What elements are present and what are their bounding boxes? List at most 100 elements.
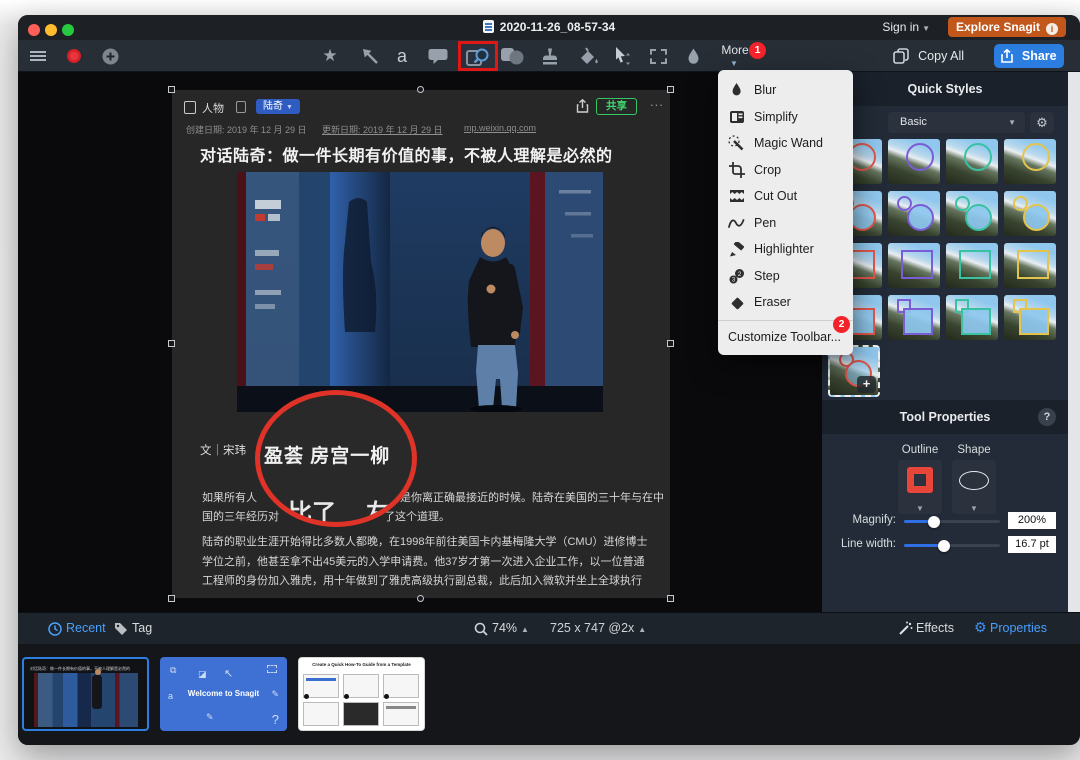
shape-picker[interactable]: ▼	[952, 460, 996, 514]
effects-button[interactable]: Effects	[916, 621, 954, 635]
style-magnify-circle-teal[interactable]	[946, 191, 998, 236]
help-icon[interactable]: ?	[1038, 408, 1056, 426]
blur-icon	[728, 82, 745, 99]
copy-all-button[interactable]: Copy All	[893, 44, 964, 68]
properties-button[interactable]: Properties	[990, 621, 1047, 635]
style-annotation	[946, 139, 998, 184]
capture-updated-date: 更新日期: 2019 年 12 月 29 日	[322, 123, 443, 136]
toolbar: ★ a More ▼ 1	[18, 40, 1080, 72]
style-annotation	[946, 191, 998, 236]
shape-label: Shape	[944, 444, 1004, 456]
menu-item-step[interactable]: 23 Step	[718, 263, 853, 290]
sign-in-button[interactable]: Sign in▼	[882, 20, 930, 34]
magnify-tool[interactable]	[464, 44, 492, 70]
menu-item-highlighter[interactable]: Highlighter	[718, 236, 853, 263]
magnify-slider-track[interactable]	[904, 520, 1000, 523]
add-capture-button[interactable]	[96, 43, 124, 69]
resize-handle-ne[interactable]	[667, 86, 674, 93]
line-width-slider-track[interactable]	[904, 544, 1000, 547]
menu-item-label: Customize Toolbar...	[728, 330, 841, 344]
resize-handle-se[interactable]	[667, 595, 674, 602]
magnify-label: Magnify:	[786, 514, 896, 526]
style-annotation	[1004, 191, 1056, 236]
style-rect-purple[interactable]	[888, 243, 940, 288]
menu-item-pen[interactable]: Pen	[718, 210, 853, 237]
quick-styles-header: Quick Styles	[822, 72, 1068, 106]
share-icon	[1001, 49, 1013, 63]
resize-handle-nw[interactable]	[168, 86, 175, 93]
thumbnail-welcome[interactable]: ⧉ ◪ ↖ a ✎ ✎ ? Welcome to Snagit	[160, 657, 287, 731]
explore-snagit-button[interactable]: Explore Snagiti	[948, 17, 1066, 37]
thumbnail-template-guide[interactable]: Create a Quick How-To Guide from a Templ…	[298, 657, 425, 731]
move-tool[interactable]	[609, 43, 637, 69]
theme-select[interactable]: Basic▼	[888, 112, 1025, 133]
menu-item-eraser[interactable]: Eraser	[718, 289, 853, 316]
style-annotation	[888, 191, 940, 236]
outline-color-picker[interactable]: ▼	[898, 460, 942, 514]
theme-gear-button[interactable]: ⚙	[1030, 112, 1054, 133]
favorites-tool[interactable]: ★	[316, 43, 344, 69]
pen-icon	[728, 214, 745, 231]
thumbnail-current-capture[interactable]: 对话陆奇：做一件长期有价值的事，不被人理解是必然的	[22, 657, 149, 731]
zoom-level[interactable]: 74%▲	[492, 621, 529, 635]
magnify-slider-knob[interactable]	[928, 516, 940, 528]
style-magnify-circle-yellow[interactable]	[1004, 191, 1056, 236]
magnify-annotation-circle[interactable]: 盈荟 房宫一柳 比了 左	[255, 390, 417, 527]
line-width-value[interactable]: 16.7 pt	[1008, 536, 1056, 553]
magnify-icon	[465, 46, 491, 68]
resize-handle-e[interactable]	[667, 340, 674, 347]
style-circle-yellow[interactable]	[1004, 139, 1056, 184]
more-tools-button[interactable]: More ▼	[718, 43, 752, 69]
blur-tool[interactable]	[679, 43, 707, 69]
resize-handle-n[interactable]	[417, 86, 424, 93]
resize-handle-s[interactable]	[417, 595, 424, 602]
captured-image-canvas[interactable]: 人物 陆奇▼ 共享 ... 创建日期: 2019 年 12 月 29 日 更新日…	[172, 90, 670, 598]
capture-tag-pill: 陆奇▼	[256, 99, 300, 114]
canvas-size[interactable]: 725 x 747 @2x▲	[550, 621, 646, 635]
arrow-tool[interactable]	[356, 43, 384, 69]
style-magnify-circle-purple[interactable]	[888, 191, 940, 236]
fill-icon	[577, 47, 599, 66]
add-style-icon[interactable]: +	[857, 376, 876, 393]
share-button[interactable]: Share	[994, 44, 1064, 68]
callout-icon	[428, 47, 448, 65]
menu-item-label: Step	[754, 269, 780, 283]
selection-tool[interactable]	[644, 43, 672, 69]
record-button[interactable]	[60, 43, 88, 69]
resize-handle-sw[interactable]	[168, 595, 175, 602]
fill-tool[interactable]	[574, 43, 602, 69]
marquee-icon	[650, 49, 667, 64]
style-magnify-rect-purple[interactable]	[888, 295, 940, 340]
recent-button[interactable]: Recent	[66, 621, 106, 635]
style-circle-teal[interactable]	[946, 139, 998, 184]
menu-item-blur[interactable]: Blur	[718, 77, 853, 104]
callout-tool[interactable]	[424, 43, 452, 69]
move-icon	[613, 46, 633, 66]
menu-item-label: Pen	[754, 216, 776, 230]
shapes-tool[interactable]	[498, 43, 526, 69]
menu-item-simplify[interactable]: Simplify	[718, 104, 853, 131]
text-tool[interactable]: a	[388, 43, 416, 69]
menu-item-customize-toolbar[interactable]: Customize Toolbar... 2	[718, 325, 853, 349]
title-bar: 2020-11-26_08-57-34 Sign in▼ Explore Sna…	[18, 15, 1080, 40]
line-width-slider-knob[interactable]	[938, 540, 950, 552]
resize-handle-w[interactable]	[168, 340, 175, 347]
menu-item-cut-out[interactable]: Cut Out	[718, 183, 853, 210]
style-rect-teal[interactable]	[946, 243, 998, 288]
style-rect-yellow[interactable]	[1004, 243, 1056, 288]
hamburger-menu-button[interactable]	[24, 43, 52, 69]
style-circle-purple[interactable]	[888, 139, 940, 184]
menu-item-label: Eraser	[754, 295, 791, 309]
menu-item-magic-wand[interactable]: Magic Wand	[718, 130, 853, 157]
magnify-value[interactable]: 200%	[1008, 512, 1056, 529]
simplify-icon	[728, 108, 745, 125]
stamp-tool[interactable]	[536, 43, 564, 69]
page-icon	[184, 101, 196, 114]
more-dropdown-menu: Blur Simplify Magic Wand Crop Cut Out Pe…	[718, 70, 853, 355]
highlighter-icon	[728, 241, 745, 258]
menu-item-crop[interactable]: Crop	[718, 157, 853, 184]
style-magnify-rect-yellow[interactable]	[1004, 295, 1056, 340]
menu-item-label: Cut Out	[754, 189, 797, 203]
tag-button[interactable]: Tag	[132, 621, 152, 635]
style-magnify-rect-teal[interactable]	[946, 295, 998, 340]
